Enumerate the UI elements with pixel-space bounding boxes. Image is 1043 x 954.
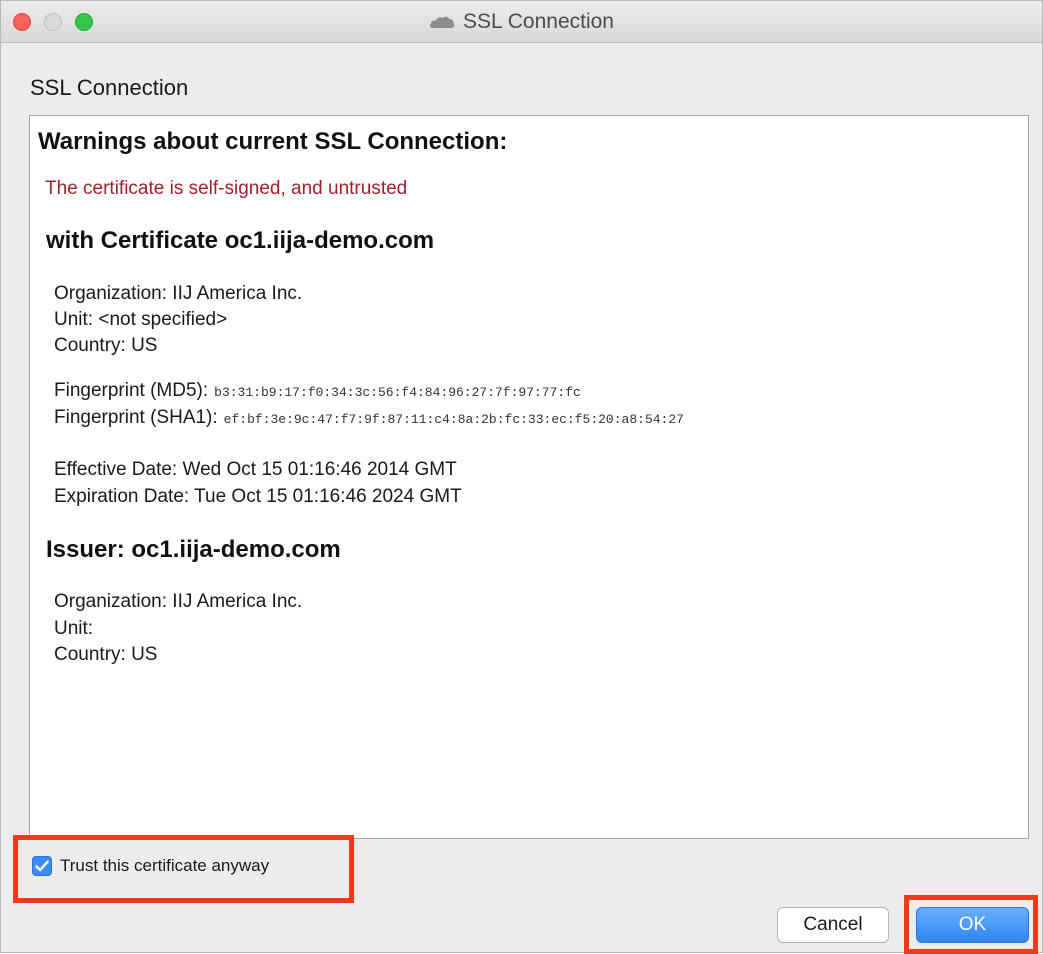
- subject-organization: Organization: IIJ America Inc.: [54, 283, 303, 304]
- fingerprint-md5-value: b3:31:b9:17:f0:34:3c:56:f4:84:96:27:7f:9…: [214, 385, 581, 400]
- cloud-icon: [429, 15, 455, 29]
- certificate-details-panel[interactable]: Warnings about current SSL Connection: T…: [29, 115, 1029, 839]
- window-title-wrap: SSL Connection: [1, 1, 1042, 43]
- issuer-heading: Issuer: oc1.iija-demo.com: [46, 536, 341, 563]
- issuer-unit: Unit:: [54, 618, 94, 639]
- ok-button[interactable]: OK: [916, 907, 1029, 943]
- issuer-country: Country: US: [54, 644, 158, 665]
- trust-certificate-row[interactable]: Trust this certificate anyway: [32, 856, 269, 876]
- cancel-button[interactable]: Cancel: [777, 907, 889, 943]
- issuer-organization: Organization: IIJ America Inc.: [54, 591, 303, 612]
- trust-certificate-checkbox[interactable]: [32, 856, 52, 876]
- subject-unit: Unit: <not specified>: [54, 309, 228, 330]
- fingerprint-md5-label: Fingerprint (MD5):: [54, 380, 209, 401]
- title-bar: SSL Connection: [1, 1, 1042, 43]
- checkmark-icon: [35, 860, 49, 872]
- fingerprint-sha1-value: ef:bf:3e:9c:47:f7:9f:87:11:c4:8a:2b:fc:3…: [223, 412, 684, 427]
- expiration-date: Expiration Date: Tue Oct 15 01:16:46 202…: [54, 486, 462, 507]
- window-title: SSL Connection: [463, 10, 614, 33]
- subject-country: Country: US: [54, 335, 158, 356]
- trust-certificate-label[interactable]: Trust this certificate anyway: [60, 856, 269, 876]
- fingerprint-md5-row: Fingerprint (MD5): b3:31:b9:17:f0:34:3c:5…: [54, 380, 581, 402]
- certificate-heading: with Certificate oc1.iija-demo.com: [46, 227, 435, 254]
- effective-date: Effective Date: Wed Oct 15 01:16:46 2014…: [54, 459, 457, 480]
- ssl-connection-window: SSL Connection SSL Connection Warnings a…: [0, 0, 1043, 954]
- fingerprint-sha1-row: Fingerprint (SHA1): ef:bf:3e:9c:47:f7:9f:…: [54, 407, 684, 429]
- warning-message: The certificate is self-signed, and untr…: [45, 178, 408, 199]
- dialog-heading: SSL Connection: [30, 75, 189, 100]
- fingerprint-sha1-label: Fingerprint (SHA1):: [54, 407, 218, 428]
- warnings-title: Warnings about current SSL Connection:: [38, 128, 508, 155]
